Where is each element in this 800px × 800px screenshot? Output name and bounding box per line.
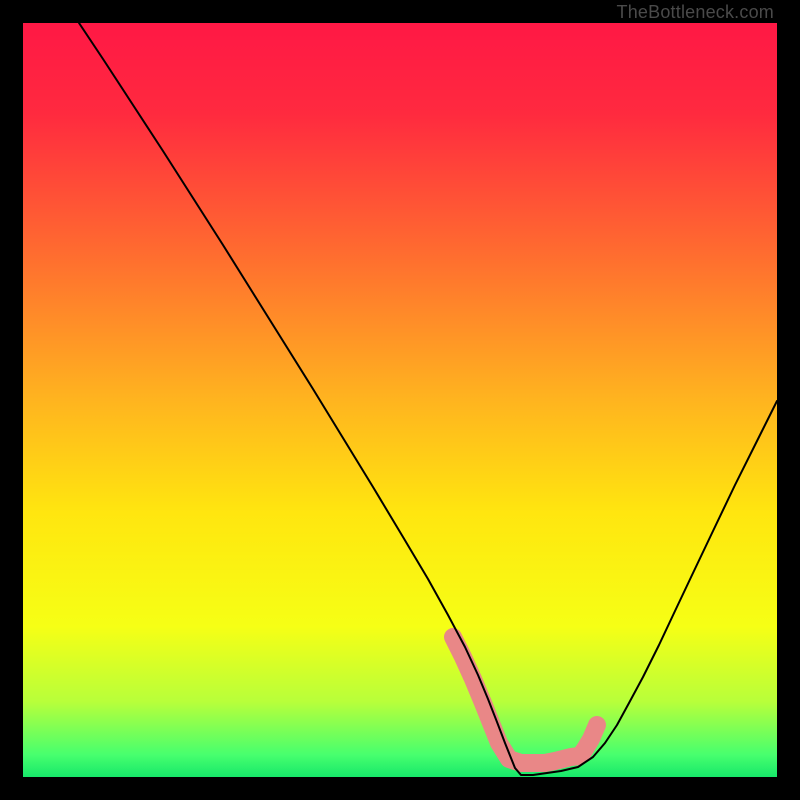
chart-frame: TheBottleneck.com — [0, 0, 800, 800]
plot-area — [23, 23, 777, 777]
bottleneck-curve — [79, 23, 777, 775]
watermark-text: TheBottleneck.com — [617, 2, 774, 23]
sweetspot-band — [453, 637, 597, 763]
chart-svg — [23, 23, 777, 777]
